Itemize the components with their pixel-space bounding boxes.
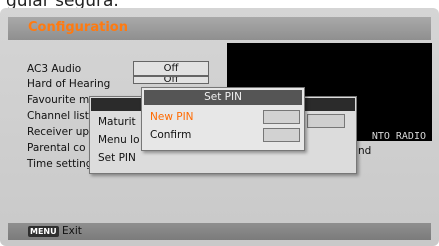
dialog-title: Set PIN — [144, 90, 302, 105]
footer-bar: MENU Exit — [8, 223, 431, 240]
background-partial-text: nd — [358, 145, 372, 157]
setting-label-parental[interactable]: Parental co — [27, 142, 86, 154]
exit-hint: Exit — [62, 225, 82, 237]
maturity-lock-label[interactable]: Maturit — [98, 116, 136, 128]
setting-label-favourite-mode[interactable]: Favourite m — [27, 94, 89, 106]
preview-channel-label: NTO RADIO — [371, 131, 426, 142]
setting-label-ac3-audio[interactable]: AC3 Audio — [27, 63, 81, 75]
setting-label-channel-list[interactable]: Channel list — [27, 110, 89, 122]
menu-key-icon: MENU — [28, 226, 59, 237]
new-pin-input[interactable] — [263, 110, 300, 124]
top-strip: guiar segura. — [0, 0, 439, 11]
setting-label-time-settings[interactable]: Time setting — [27, 158, 92, 170]
setting-value-ac3-audio[interactable]: Off — [133, 61, 209, 76]
set-pin-label[interactable]: Set PIN — [98, 152, 136, 164]
confirm-pin-label: Confirm — [150, 129, 192, 141]
menu-lock-label[interactable]: Menu lo — [98, 134, 140, 146]
set-pin-dialog: Set PIN New PIN Confirm — [141, 87, 305, 151]
setting-label-receiver-upgrade[interactable]: Receiver up — [27, 126, 89, 138]
maturity-lock-value[interactable] — [307, 114, 345, 128]
setting-value-hard-of-hearing[interactable]: Off — [133, 76, 209, 84]
setting-label-hard-of-hearing[interactable]: Hard of Hearing — [27, 78, 110, 90]
confirm-pin-input[interactable] — [263, 128, 300, 142]
page-title: Configuration — [28, 20, 128, 35]
configuration-header: Configuration — [8, 17, 431, 40]
new-pin-label: New PIN — [150, 111, 194, 123]
